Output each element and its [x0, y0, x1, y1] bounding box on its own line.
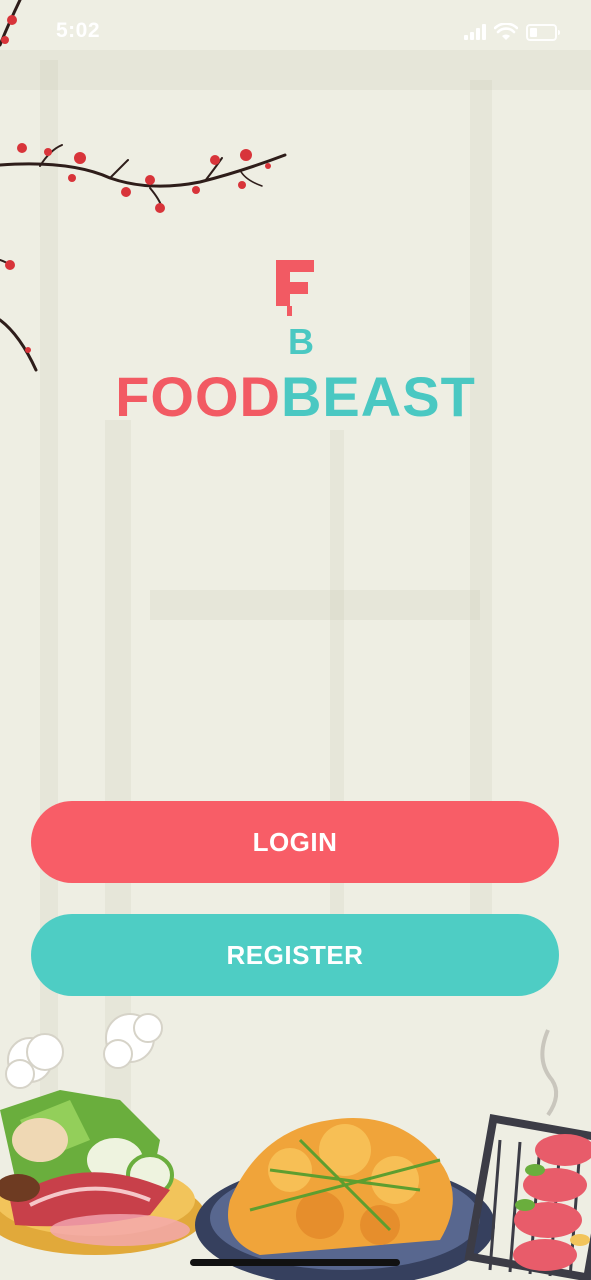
hot-pot-bowl [0, 1090, 205, 1255]
fried-chicken-plate [195, 1118, 495, 1280]
battery-icon [526, 23, 560, 41]
wifi-icon [494, 23, 518, 40]
foodbeast-fb-logo: B [276, 260, 314, 358]
status-bar: 5:02 [0, 0, 591, 64]
steam-clouds [5, 1013, 163, 1089]
svg-text:B: B [288, 321, 314, 358]
cellular-signal-icon [464, 24, 486, 40]
battery-level [530, 27, 537, 37]
register-button[interactable]: REGISTER [31, 914, 559, 996]
welcome-screen: 5:02 B FOODBEAST LOGIN REGISTER [0, 0, 591, 1280]
home-indicator[interactable] [190, 1259, 400, 1266]
login-button[interactable]: LOGIN [31, 801, 559, 883]
wordmark-food: FOOD [115, 365, 281, 428]
status-icons [464, 22, 560, 42]
app-wordmark: FOODBEAST [0, 365, 591, 429]
food-illustration [0, 1013, 591, 1280]
status-time: 5:02 [56, 19, 101, 42]
wordmark-beast: BEAST [280, 365, 476, 428]
